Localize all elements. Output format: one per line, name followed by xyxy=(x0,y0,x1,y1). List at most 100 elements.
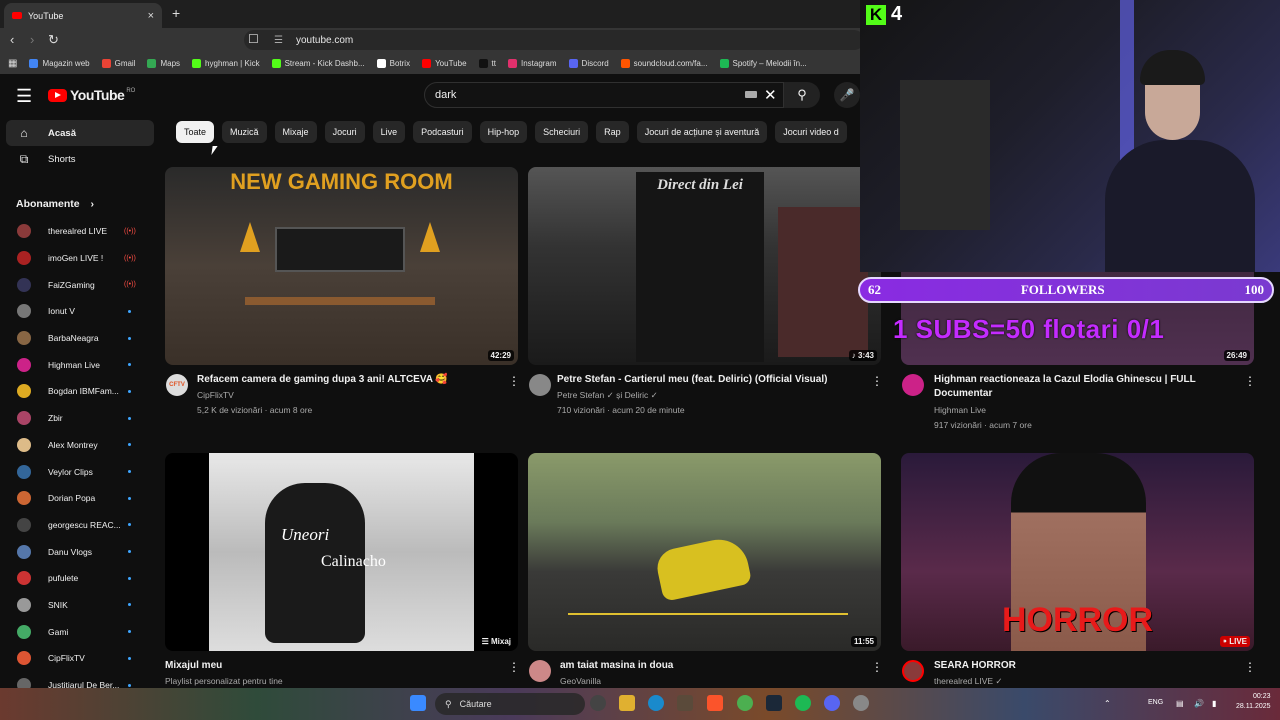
volume-icon[interactable]: 🔊 xyxy=(1194,699,1204,708)
sidebar-subscription-item[interactable]: Dorian Popa xyxy=(0,485,160,512)
sidebar-subscription-item[interactable]: Zbir xyxy=(0,405,160,432)
bookmark-item[interactable]: Discord xyxy=(568,58,609,68)
channel-name[interactable]: Highman Live xyxy=(934,403,986,417)
youtube-logo[interactable]: YouTube RO xyxy=(48,87,135,103)
video-title[interactable]: Mixajul meu xyxy=(165,659,465,673)
more-options-icon[interactable]: ⋮ xyxy=(871,660,883,674)
sidebar-subscription-item[interactable]: Danu Vlogs xyxy=(0,538,160,565)
sidebar-subscription-item[interactable]: pufulete xyxy=(0,565,160,592)
apps-grid-icon[interactable]: ▦ xyxy=(8,58,17,69)
chrome-icon[interactable] xyxy=(737,695,753,711)
filter-chip[interactable]: Mixaje xyxy=(274,121,317,143)
network-icon[interactable]: ▤ xyxy=(1176,699,1184,708)
windows-start-icon[interactable] xyxy=(410,695,426,711)
video-thumbnail[interactable]: Direct din Lei ♪ 3:43 xyxy=(528,167,881,365)
bookmark-icon[interactable]: ☐ xyxy=(248,32,259,46)
sidebar-subscription-item[interactable]: Veylor Clips xyxy=(0,458,160,485)
back-icon[interactable]: ‹ xyxy=(10,32,14,47)
sidebar-subscription-item[interactable]: georgescu REAC... xyxy=(0,512,160,539)
close-tab-icon[interactable]: × xyxy=(148,10,154,22)
menu-icon[interactable]: ☰ xyxy=(16,86,32,107)
channel-avatar[interactable] xyxy=(529,374,551,396)
bookmark-item[interactable]: Stream - Kick Dashb... xyxy=(271,58,365,68)
sidebar-subscription-item[interactable]: SNIK xyxy=(0,592,160,619)
channel-name[interactable]: CipFlixTV xyxy=(197,388,234,402)
voice-search-button[interactable]: 🎤 xyxy=(834,82,860,108)
obs-icon[interactable] xyxy=(853,695,869,711)
filter-chip[interactable]: Jocuri xyxy=(324,121,365,143)
site-info-icon[interactable]: ☰ xyxy=(274,35,283,46)
bookmark-item[interactable]: YouTube xyxy=(422,58,467,68)
video-thumbnail[interactable]: NEW GAMING ROOM 42:29 xyxy=(165,167,518,365)
keyboard-icon[interactable] xyxy=(745,91,757,98)
filter-chip[interactable]: Toate xyxy=(176,121,215,143)
sidebar-subscription-item[interactable]: Highman Live xyxy=(0,351,160,378)
subscriptions-heading[interactable]: Abonamente › xyxy=(16,198,94,210)
clear-search-icon[interactable]: ✕ xyxy=(764,86,777,104)
filter-chip[interactable]: Scheciuri xyxy=(535,121,589,143)
channel-name[interactable]: therealred LIVE ✓ xyxy=(934,674,1003,688)
bookmark-item[interactable]: tt xyxy=(478,58,496,68)
filter-chip[interactable]: Hip-hop xyxy=(479,121,528,143)
bookmark-item[interactable]: Maps xyxy=(147,58,180,68)
sidebar-item-home[interactable]: ⌂ Acasă xyxy=(6,120,154,146)
sidebar-subscription-item[interactable]: Gami xyxy=(0,618,160,645)
sidebar-subscription-item[interactable]: therealred LIVE ((•)) xyxy=(0,218,160,245)
new-tab-button[interactable]: + xyxy=(172,5,180,21)
spotify-icon[interactable] xyxy=(795,695,811,711)
more-options-icon[interactable]: ⋮ xyxy=(871,374,883,388)
video-thumbnail[interactable]: Uneori Calinacho ☰ Mixaj xyxy=(165,453,518,651)
reload-icon[interactable]: ↻ xyxy=(48,32,59,48)
video-title[interactable]: Petre Stefan - Cartierul meu (feat. Deli… xyxy=(557,373,857,387)
url-field[interactable]: ☰ youtube.com xyxy=(244,30,864,50)
bookmark-item[interactable]: Botrix xyxy=(376,58,410,68)
bookmark-item[interactable]: Magazin web xyxy=(29,58,90,68)
filter-chip[interactable]: Rap xyxy=(596,121,629,143)
video-title[interactable]: Highman reactioneaza la Cazul Elodia Ghi… xyxy=(934,373,1234,401)
search-input[interactable]: dark xyxy=(424,82,784,108)
filter-chip[interactable]: Muzică xyxy=(222,121,267,143)
channel-name[interactable]: GeoVanilla xyxy=(560,674,601,688)
video-thumbnail[interactable]: HORROR ⁍ LIVE xyxy=(901,453,1254,651)
sidebar-subscription-item[interactable]: BarbaNeagra xyxy=(0,325,160,352)
sidebar-subscription-item[interactable]: CipFlixTV xyxy=(0,645,160,672)
video-thumbnail[interactable]: 11:55 xyxy=(528,453,881,651)
discord-icon[interactable] xyxy=(824,695,840,711)
sidebar-item-shorts[interactable]: ⧉ Shorts xyxy=(6,146,154,172)
video-title[interactable]: am taiat masina in doua xyxy=(560,659,860,673)
sidebar-subscription-item[interactable]: Alex Montrey xyxy=(0,432,160,459)
bookmark-item[interactable]: Spotify – Melodii în... xyxy=(719,58,807,68)
channel-avatar[interactable] xyxy=(902,374,924,396)
bookmark-item[interactable]: Instagram xyxy=(507,58,557,68)
sidebar-subscription-item[interactable]: Bogdan IBMFam... xyxy=(0,378,160,405)
filter-chip[interactable]: Jocuri de acțiune și aventură xyxy=(636,121,768,143)
filter-chip[interactable]: Live xyxy=(372,121,406,143)
forward-icon[interactable]: › xyxy=(30,32,34,47)
language-indicator[interactable]: ENG xyxy=(1148,699,1163,706)
brave-icon[interactable] xyxy=(707,695,723,711)
sidebar-subscription-item[interactable]: imoGen LIVE ! ((•)) xyxy=(0,245,160,272)
search-button[interactable]: ⚲ xyxy=(784,82,820,108)
taskbar-search[interactable]: ⚲ Căutare xyxy=(435,693,585,715)
more-options-icon[interactable]: ⋮ xyxy=(508,660,520,674)
edge-icon[interactable] xyxy=(648,695,664,711)
file-explorer-icon[interactable] xyxy=(619,695,635,711)
filter-chip[interactable]: Podcasturi xyxy=(413,121,472,143)
bookmark-item[interactable]: soundcloud.com/fa... xyxy=(620,58,708,68)
more-options-icon[interactable]: ⋮ xyxy=(1244,660,1256,674)
bookmark-item[interactable]: Gmail xyxy=(101,58,135,68)
sidebar-subscription-item[interactable]: Ionut V xyxy=(0,298,160,325)
minecraft-icon[interactable] xyxy=(677,695,693,711)
app-icon[interactable] xyxy=(590,695,606,711)
channel-avatar[interactable] xyxy=(902,660,924,682)
bookmark-item[interactable]: hyghman | Kick xyxy=(192,58,260,68)
channel-avatar[interactable]: CFTV xyxy=(166,374,188,396)
tray-chevron-icon[interactable]: ⌃ xyxy=(1104,699,1111,708)
more-options-icon[interactable]: ⋮ xyxy=(508,374,520,388)
more-options-icon[interactable]: ⋮ xyxy=(1244,374,1256,388)
clock[interactable]: 00:23 28.11.2025 xyxy=(1236,692,1271,712)
channel-avatar[interactable] xyxy=(529,660,551,682)
channel-name[interactable]: Petre Stefan ✓ și Deliric ✓ xyxy=(557,388,658,402)
video-title[interactable]: SEARA HORROR xyxy=(934,659,1234,673)
filter-chip[interactable]: Jocuri video d xyxy=(775,121,847,143)
